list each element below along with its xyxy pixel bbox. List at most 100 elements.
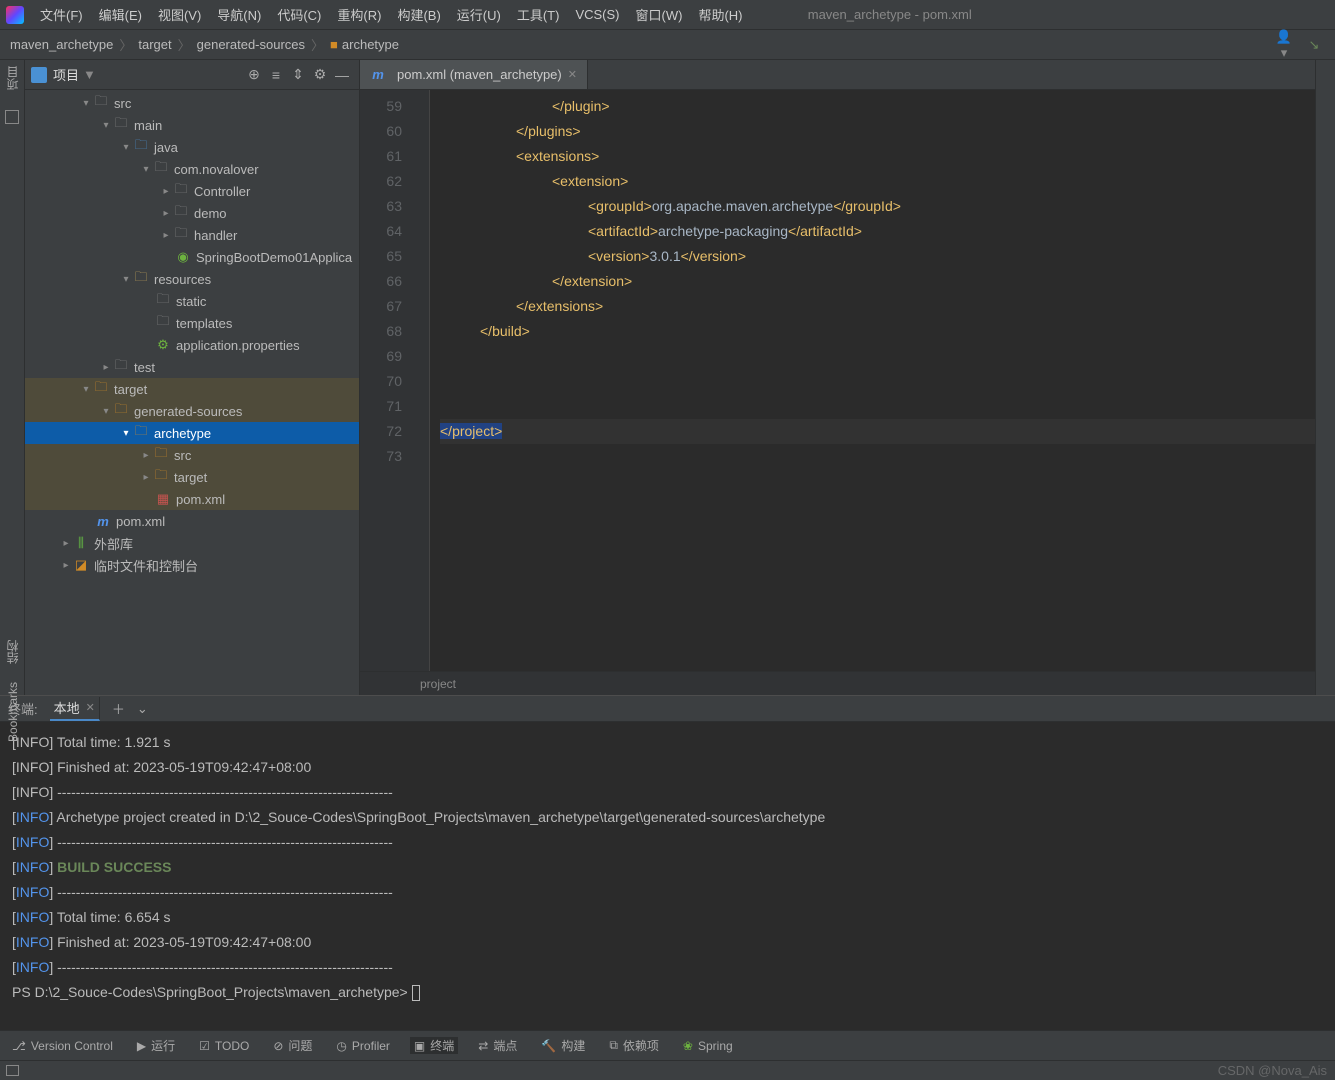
scratch-icon: ◪ [73,557,89,573]
menu-run[interactable]: 运行(U) [449,5,509,24]
tree-resources[interactable]: ▾🗀resources [25,268,359,290]
tree-app-class[interactable]: ◉SpringBootDemo01Applica [25,246,359,268]
tree-java[interactable]: ▾🗀java [25,136,359,158]
collapse-icon[interactable]: ⇕ [287,66,309,83]
status-todo[interactable]: ☑TODO [195,1039,253,1053]
tree-archetype-pom[interactable]: ▦pom.xml [25,488,359,510]
status-terminal[interactable]: ▣终端 [410,1037,458,1054]
breadcrumb-target[interactable]: target [138,37,171,52]
tool-project-icon[interactable] [5,110,19,124]
terminal-tab-local[interactable]: 本地 ✕ [50,697,100,721]
user-icon[interactable]: 👤▾ [1273,29,1295,61]
folder-icon: 🗀 [155,312,171,334]
tree-target[interactable]: ▾🗀target [25,378,359,400]
tree-archetype-src[interactable]: ▸🗀src [25,444,359,466]
tree-src[interactable]: ▾🗀src [25,92,359,114]
expand-icon[interactable]: ≡ [265,67,287,83]
spring-icon: ❀ [683,1039,693,1053]
terminal-line: [INFO] ---------------------------------… [12,780,1323,805]
folder-icon: 🗀 [153,444,169,466]
folder-icon: 🗀 [113,114,129,136]
resources-icon: 🗀 [133,268,149,290]
tree-archetype[interactable]: ▾🗀archetype [25,422,359,444]
package-icon: 🗀 [173,202,189,224]
menu-edit[interactable]: 编辑(E) [91,5,150,24]
tool-windows-icon[interactable] [6,1065,19,1076]
dropdown-icon[interactable]: ⌄ [137,701,148,717]
tree-main[interactable]: ▾🗀main [25,114,359,136]
tool-structure-label[interactable]: 结构 [4,640,21,664]
status-build[interactable]: 🔨构建 [537,1037,589,1054]
menu-file[interactable]: 文件(F) [32,5,91,24]
editor-breadcrumb[interactable]: project [360,671,1315,695]
tree-handler[interactable]: ▸🗀handler [25,224,359,246]
status-deps[interactable]: ⧉依赖项 [605,1037,663,1054]
tree-static[interactable]: 🗀static [25,290,359,312]
menu-refactor[interactable]: 重构(R) [329,5,389,24]
project-panel: 项目 ▼ ⊕ ≡ ⇕ ⚙ — ▾🗀src ▾🗀main ▾🗀java ▾🗀com… [25,60,360,695]
add-terminal-icon[interactable]: ＋ [112,699,125,718]
cursor-icon [412,985,420,1001]
status-run[interactable]: ▶运行 [133,1037,179,1054]
tree-app-props[interactable]: ⚙application.properties [25,334,359,356]
build-icon[interactable]: ↘ [1303,37,1325,53]
tree-demo[interactable]: ▸🗀demo [25,202,359,224]
menu-vcs[interactable]: VCS(S) [567,7,627,22]
terminal-icon: ▣ [414,1039,425,1053]
status-spring[interactable]: ❀Spring [679,1039,737,1053]
hammer-icon: 🔨 [541,1039,556,1053]
tree-ext-libs[interactable]: ▸⫼外部库 [25,532,359,554]
folder-icon: 🗀 [153,466,169,488]
editor-tab-pom[interactable]: m pom.xml (maven_archetype) ✕ [360,60,588,89]
tree-archetype-target[interactable]: ▸🗀target [25,466,359,488]
status-endpoints[interactable]: ⇄端点 [474,1037,521,1054]
menu-navigate[interactable]: 导航(N) [209,5,269,24]
close-icon[interactable]: ✕ [86,701,95,714]
tree-generated-sources[interactable]: ▾🗀generated-sources [25,400,359,422]
chevron-down-icon[interactable]: ▼ [83,67,96,82]
status-bar: ⎇Version Control ▶运行 ☑TODO ⊘问题 ◷Profiler… [0,1030,1335,1060]
menu-build[interactable]: 构建(B) [389,5,448,24]
settings-icon[interactable]: ⚙ [309,66,331,83]
warning-icon: ⊘ [273,1039,283,1053]
chevron-right-icon: 〉 [178,35,191,54]
tree-controller[interactable]: ▸🗀Controller [25,180,359,202]
terminal-line: [INFO] Archetype project created in D:\2… [12,805,1323,830]
menu-window[interactable]: 窗口(W) [628,5,691,24]
project-tree[interactable]: ▾🗀src ▾🗀main ▾🗀java ▾🗀com.novalover ▸🗀Co… [25,90,359,695]
breadcrumb-root[interactable]: maven_archetype [10,37,113,52]
fold-gutter[interactable] [416,90,430,671]
menu-code[interactable]: 代码(C) [269,5,329,24]
folder-icon: 🗀 [133,422,149,444]
project-panel-title[interactable]: 项目 [53,65,79,84]
line-gutter: 596061626364656667686970717273 [360,90,416,671]
tree-scratch[interactable]: ▸◪临时文件和控制台 [25,554,359,576]
locate-icon[interactable]: ⊕ [243,66,265,83]
branch-icon: ⎇ [12,1039,26,1053]
menu-view[interactable]: 视图(V) [150,5,209,24]
tool-bookmarks-label[interactable]: Bookmarks [6,682,20,742]
menu-tools[interactable]: 工具(T) [509,5,568,24]
status-vcs[interactable]: ⎇Version Control [8,1039,117,1053]
menu-bar: 文件(F) 编辑(E) 视图(V) 导航(N) 代码(C) 重构(R) 构建(B… [0,0,1335,30]
status-problems[interactable]: ⊘问题 [269,1037,316,1054]
terminal-line: [INFO] Finished at: 2023-05-19T09:42:47+… [12,930,1323,955]
tree-templates[interactable]: 🗀templates [25,312,359,334]
breadcrumb-archetype[interactable]: archetype [342,37,399,52]
tool-project-label[interactable]: 项目 [4,66,21,90]
close-icon[interactable]: ✕ [568,68,577,81]
hide-icon[interactable]: — [331,67,353,83]
tree-package[interactable]: ▾🗀com.novalover [25,158,359,180]
tree-test[interactable]: ▸🗀test [25,356,359,378]
status-profiler[interactable]: ◷Profiler [332,1039,394,1053]
code-content[interactable]: </plugin> </plugins> <extensions> <exten… [430,90,1315,671]
terminal-prompt[interactable]: PS D:\2_Souce-Codes\SpringBoot_Projects\… [12,980,1323,1005]
maven-icon: m [370,67,386,82]
menu-help[interactable]: 帮助(H) [690,5,750,24]
code-editor[interactable]: 596061626364656667686970717273 </plugin>… [360,90,1315,671]
breadcrumb-gensrc[interactable]: generated-sources [197,37,305,52]
terminal-header: 终端: 本地 ✕ ＋ ⌄ [0,696,1335,722]
library-icon: ⫼ [73,535,89,551]
terminal-output[interactable]: [INFO] Total time: 1.921 s [INFO] Finish… [0,722,1335,1030]
tree-root-pom[interactable]: mpom.xml [25,510,359,532]
